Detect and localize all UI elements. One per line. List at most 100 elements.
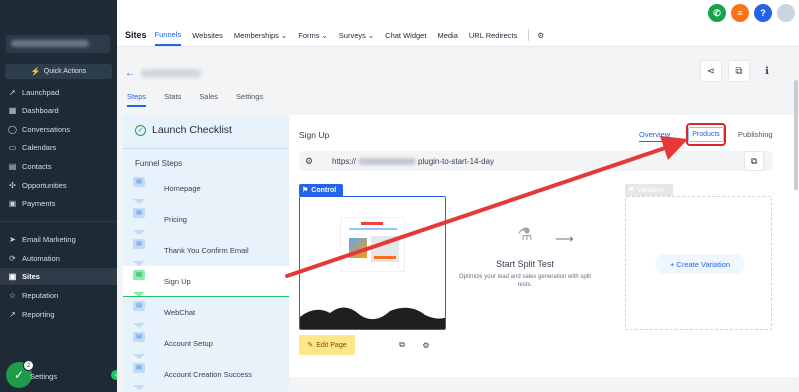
settings-gear-icon[interactable]: ⚙ [537,24,544,46]
funnel-header: ← [125,68,201,79]
sidebar-item-label: Sites [22,272,40,281]
sidebar-item-email-marketing[interactable]: ➤ Email Marketing [0,231,117,248]
account-switcher[interactable] [6,35,110,53]
sidebar-item-launchpad[interactable]: ➚ Launchpad [0,84,117,101]
email-icon: ✉ [133,332,145,342]
tab-label: Surveys [338,30,366,40]
subtab-steps[interactable]: Steps [127,92,147,107]
sidebar-item-reputation[interactable]: ☆ Reputation [0,287,117,304]
funnel-step-pricing[interactable]: ✉ Pricing [123,204,289,235]
sidebar-item-label: Opportunities [22,181,67,190]
funnel-steps-panel: ✓ Launch Checklist Funnel Steps ✉ Homepa… [123,115,289,392]
page-settings-gear-icon[interactable]: ⚙ [418,337,434,353]
contacts-icon: ▤ [8,162,17,171]
step-label: Pricing [164,215,187,224]
funnel-step-homepage[interactable]: ✉ Homepage [123,173,289,204]
sidebar-item-conversations[interactable]: ◯ Conversations [0,121,117,138]
step-title: Sign Up [299,130,330,140]
tab-surveys[interactable]: Surveys ⌄ [339,24,374,46]
sidebar-item-dashboard[interactable]: ▦ Dashboard [0,102,117,119]
tab-products[interactable]: Products [688,127,724,142]
divider [528,29,530,41]
variation-label: ⚑ Variation [625,184,673,196]
sidebar-item-label: Reputation [22,291,59,300]
funnel-step-account-setup[interactable]: ✉ Account Setup [123,328,289,359]
edit-page-label: Edit Page [316,341,347,349]
help-icon[interactable]: ? [754,4,772,22]
sidebar-item-calendars[interactable]: ▭ Calendars [0,139,117,156]
launch-checklist-title: Launch Checklist [152,124,232,136]
sidebar-item-reporting[interactable]: ↗ Reporting [0,306,117,323]
tab-chat-widget[interactable]: Chat Widget [385,24,426,46]
tab-label: Media [437,30,458,40]
funnel-step-webchat[interactable]: ✉ WebChat [123,297,289,328]
sidebar-item-settings[interactable]: Settings [30,372,57,381]
split-test-title[interactable]: Start Split Test [455,259,595,269]
tab-url-redirects[interactable]: URL Redirects [469,24,518,46]
info-icon[interactable]: ℹ [756,60,778,82]
control-page-preview[interactable] [299,196,446,330]
page-title: Sites [125,30,147,40]
send-icon: ➤ [9,235,16,244]
url-settings-gear-icon[interactable]: ⚙ [299,151,319,171]
tab-forms[interactable]: Forms ⌄ [298,24,328,46]
bolt-icon: ⚡ [30,67,41,76]
variation-label-text: Variation [637,186,665,194]
open-url-external-icon[interactable]: ⧉ [744,151,764,171]
launch-checklist-header[interactable]: ✓ Launch Checklist [135,124,232,136]
create-variation-button[interactable]: + Create Variation [655,254,745,274]
sidebar-item-opportunities[interactable]: ✣ Opportunities [0,177,117,194]
phone-icon[interactable]: ✆ [708,4,726,22]
tab-memberships[interactable]: Memberships ⌄ [234,24,287,46]
automation-icon: ⟳ [9,254,16,263]
tab-funnels[interactable]: Funnels [154,24,182,46]
url-prefix: https:// [332,156,357,166]
sites-tabs: Sites Funnels Websites Memberships ⌄ Form… [117,24,555,46]
flask-icon: ⚗ [517,225,533,244]
edit-page-button[interactable]: ✎ Edit Page [299,335,355,355]
app-window: ⚡ Quick Actions ➚ Launchpad ▦ Dashboard … [0,0,799,392]
funnel-step-sign-up[interactable]: ✉ Sign Up [123,266,289,297]
tab-publishing[interactable]: Publishing [738,130,773,139]
tab-label: Websites [192,30,223,40]
subtab-settings[interactable]: Settings [236,92,263,107]
tab-media[interactable]: Media [437,24,457,46]
sidebar-item-payments[interactable]: ▣ Payments [0,195,117,212]
page-scrollbar[interactable] [794,80,798,190]
calendar-icon: ▭ [8,143,17,152]
funnel-step-thank-you[interactable]: ✉ Thank You Confirm Email [123,235,289,266]
avatar[interactable] [777,4,795,22]
sidebar-item-label: Automation [22,254,60,263]
tab-label: URL Redirects [468,30,518,40]
step-url[interactable]: https:// plugin-to-start-14-day [332,157,494,166]
sidebar-item-label: Calendars [22,143,57,152]
step-label: Sign Up [164,277,191,286]
divider [123,148,289,149]
url-bar: ⚙ https:// plugin-to-start-14-day [299,151,773,171]
sidebar-item-automation[interactable]: ⟳ Automation [0,250,117,267]
subtab-sales[interactable]: Sales [199,92,218,107]
tab-overview[interactable]: Overview [639,130,671,142]
share-icon[interactable]: ⋖ [700,60,722,82]
sidebar-item-label: Payments [22,199,56,208]
mountain-graphic [300,307,445,329]
notifications-icon[interactable]: ≡ [731,4,749,22]
tab-label: Forms [298,30,320,40]
step-label: Account Setup [164,339,213,348]
email-icon: ✉ [133,239,145,249]
sidebar-item-label: Dashboard [22,106,59,115]
tab-websites[interactable]: Websites [192,24,223,46]
sidebar-item-contacts[interactable]: ▤ Contacts [0,158,117,175]
open-preview-icon[interactable]: ⧉ [394,337,410,353]
funnel-step-account-creation-success[interactable]: ✉ Account Creation Success [123,359,289,390]
sidebar-item-sites[interactable]: ▣ Sites [0,268,117,285]
tab-label: Funnels [154,29,182,39]
quick-actions-button[interactable]: ⚡ Quick Actions [5,64,112,79]
email-icon: ✉ [133,270,145,280]
sidebar-item-label: Launchpad [22,88,60,97]
funnel-name-redacted [141,69,201,78]
subtab-stats[interactable]: Stats [164,92,181,107]
back-arrow-icon[interactable]: ← [125,68,135,79]
open-external-icon[interactable]: ⧉ [728,60,750,82]
url-redacted [358,157,417,165]
